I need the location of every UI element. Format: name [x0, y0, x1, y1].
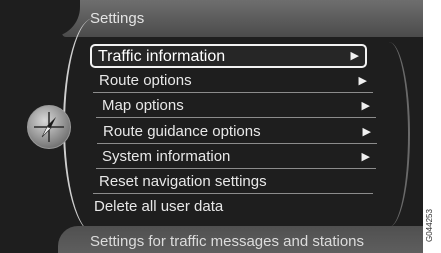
navigation-screen: Settings Traffic information ▶ Route opt… [0, 0, 423, 253]
menu-item-route-options[interactable]: Route options ▶ [93, 69, 373, 93]
menu-item-system-information[interactable]: System information ▶ [96, 145, 376, 169]
menu-item-route-guidance-options[interactable]: Route guidance options ▶ [97, 120, 377, 144]
chevron-right-icon: ▶ [361, 151, 370, 163]
chevron-right-icon: ▶ [362, 126, 371, 138]
menu-item-traffic-information[interactable]: Traffic information ▶ [90, 44, 367, 68]
menu-item-reset-navigation-settings[interactable]: Reset navigation settings [93, 170, 373, 194]
chevron-right-icon: ▶ [350, 50, 359, 62]
chevron-right-icon: ▶ [361, 100, 370, 112]
menu-item-label: Map options [102, 97, 184, 114]
menu-item-label: Route options [99, 72, 192, 89]
menu-item-label: Delete all user data [94, 198, 224, 215]
chevron-right-icon: ▶ [358, 75, 367, 87]
menu-item-map-options[interactable]: Map options ▶ [96, 94, 376, 118]
menu-item-delete-all-user-data[interactable]: Delete all user data [88, 195, 368, 219]
menu-item-label: System information [102, 148, 231, 165]
menu-item-label: Traffic information [98, 48, 226, 65]
image-id-watermark: G044253 [425, 209, 434, 243]
compass-icon [27, 105, 71, 149]
menu-item-label: Route guidance options [103, 123, 261, 140]
help-text: Settings for traffic messages and statio… [90, 233, 365, 250]
menu-item-label: Reset navigation settings [99, 173, 267, 190]
